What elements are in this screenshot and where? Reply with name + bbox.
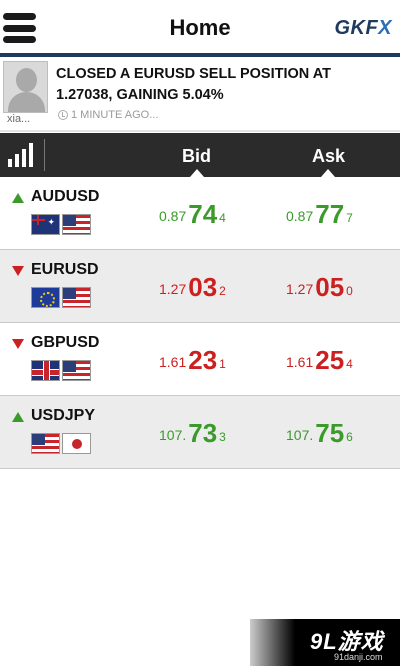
price-big-figure: 75: [315, 418, 345, 448]
price-pip: 2: [219, 284, 226, 298]
price-big-figure: 77: [315, 199, 345, 229]
price-prefix: 107.: [159, 427, 187, 443]
price-pip: 0: [346, 284, 353, 298]
currency-flags: [31, 287, 91, 308]
watermark: 9L游戏 91danji.com: [250, 619, 400, 666]
bid-price[interactable]: 0.87 74 4: [159, 199, 226, 229]
user-name: xia...: [7, 113, 31, 125]
trend-up-icon: [12, 412, 24, 422]
price-big-figure: 73: [188, 418, 218, 448]
notification-message: CLOSED A EURUSD SELL POSITION AT 1.27038…: [56, 66, 331, 103]
ask-price[interactable]: 1.61 25 4: [286, 345, 353, 375]
symbol-label: USDJPY: [31, 407, 96, 424]
price-prefix: 107.: [286, 427, 314, 443]
price-big-figure: 74: [188, 199, 218, 229]
bid-caret-icon: [190, 169, 204, 177]
price-big-figure: 23: [188, 345, 218, 375]
price-pip: 1: [219, 357, 226, 371]
bid-price[interactable]: 107. 73 3: [159, 418, 226, 448]
price-pip: 6: [346, 430, 353, 444]
ask-price[interactable]: 0.87 77 7: [286, 199, 353, 229]
japan-flag-icon: [62, 433, 91, 454]
price-prefix: 1.27: [286, 281, 314, 297]
avatar: [3, 61, 48, 113]
price-pip: 7: [346, 211, 353, 225]
bar-chart-icon[interactable]: [8, 143, 34, 167]
price-big-figure: 05: [315, 272, 345, 302]
price-pip: 4: [219, 211, 226, 225]
price-big-figure: 25: [315, 345, 345, 375]
currency-flags: [31, 360, 91, 381]
symbol-label: AUDUSD: [31, 188, 100, 205]
watermark-url: 91danji.com: [334, 652, 383, 662]
quote-column-header: Bid Ask: [0, 133, 400, 177]
eu-flag-icon: [31, 287, 60, 308]
divider: [44, 139, 45, 171]
quote-row-audusd[interactable]: AUDUSD 0.87 74 4 0.87 77 7: [0, 177, 400, 250]
price-prefix: 1.61: [159, 354, 187, 370]
usa-flag-icon: [62, 214, 91, 235]
notification-time-text: 1 MINUTE AGO...: [71, 109, 159, 121]
quote-row-eurusd[interactable]: EURUSD 1.27 03 2 1.27 05 0: [0, 250, 400, 323]
price-prefix: 0.87: [286, 208, 314, 224]
ask-price[interactable]: 1.27 05 0: [286, 272, 353, 302]
symbol-label: EURUSD: [31, 261, 99, 278]
usa-flag-icon: [62, 360, 91, 381]
quote-row-usdjpy[interactable]: USDJPY 107. 73 3 107. 75 6: [0, 396, 400, 469]
trend-up-icon: [12, 193, 24, 203]
bid-column-label[interactable]: Bid: [182, 146, 211, 167]
ask-column-label[interactable]: Ask: [312, 146, 345, 167]
brand-logo: GKFX: [334, 17, 392, 39]
currency-flags: [31, 214, 91, 235]
activity-notification[interactable]: xia... CLOSED A EURUSD SELL POSITION AT …: [0, 57, 400, 132]
trend-down-icon: [12, 339, 24, 349]
usa-flag-icon: [31, 433, 60, 454]
price-prefix: 1.61: [286, 354, 314, 370]
currency-flags: [31, 433, 91, 454]
bid-price[interactable]: 1.61 23 1: [159, 345, 226, 375]
bid-price[interactable]: 1.27 03 2: [159, 272, 226, 302]
quote-row-gbpusd[interactable]: GBPUSD 1.61 23 1 1.61 25 4: [0, 323, 400, 396]
price-pip: 3: [219, 430, 226, 444]
price-prefix: 0.87: [159, 208, 187, 224]
trend-down-icon: [12, 266, 24, 276]
clock-icon: [58, 110, 68, 120]
app-header: Home GKFX: [0, 0, 400, 57]
quote-list: AUDUSD 0.87 74 4 0.87 77 7 EURUSD 1.27 0…: [0, 177, 400, 469]
usa-flag-icon: [62, 287, 91, 308]
price-big-figure: 03: [188, 272, 218, 302]
notification-time: 1 MINUTE AGO...: [58, 109, 158, 121]
uk-flag-icon: [31, 360, 60, 381]
price-prefix: 1.27: [159, 281, 187, 297]
price-pip: 4: [346, 357, 353, 371]
ask-caret-icon: [321, 169, 335, 177]
ask-price[interactable]: 107. 75 6: [286, 418, 353, 448]
australia-flag-icon: [31, 214, 60, 235]
symbol-label: GBPUSD: [31, 334, 100, 351]
